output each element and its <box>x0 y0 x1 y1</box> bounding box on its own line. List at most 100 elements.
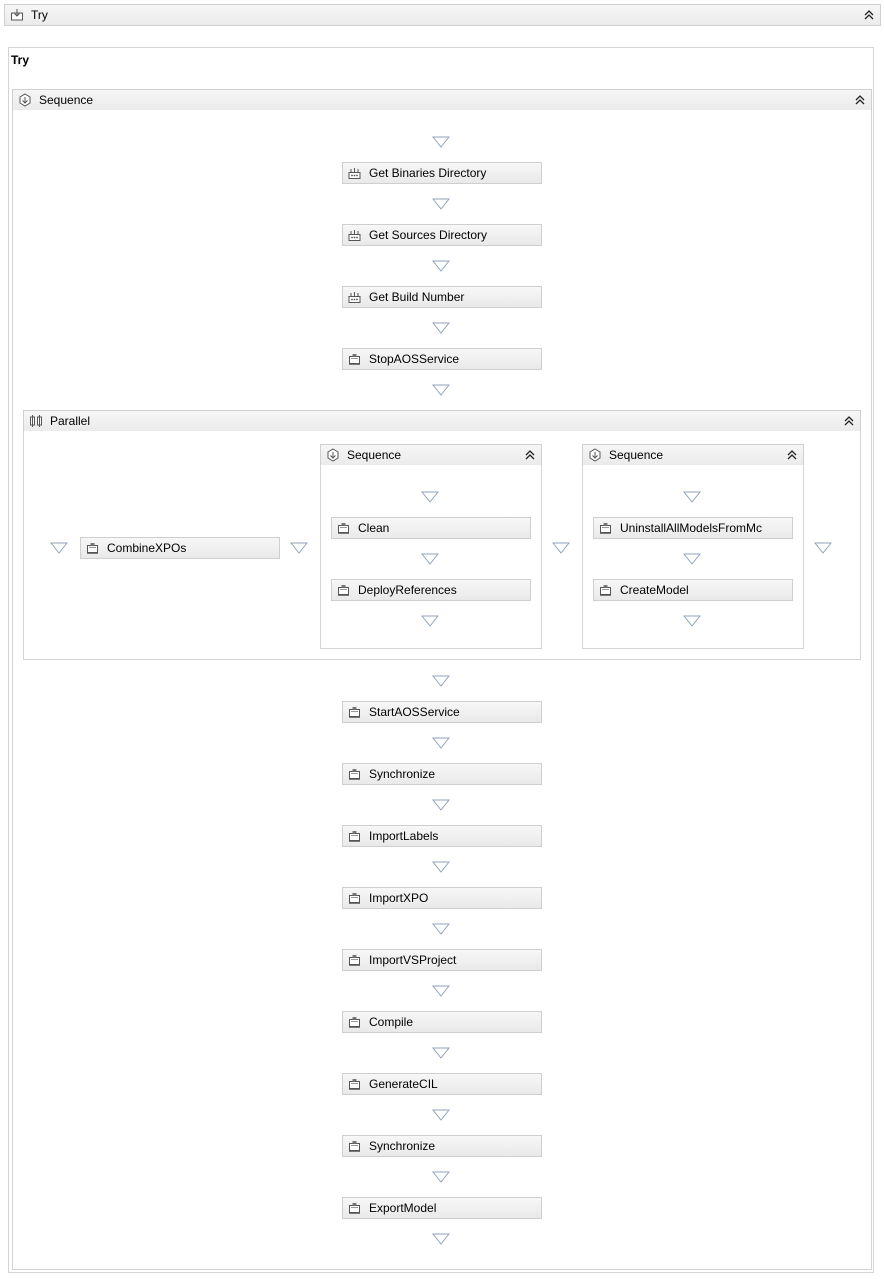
activity-label: CombineXPOs <box>107 541 187 555</box>
activity-create-model[interactable]: CreateModel <box>593 579 793 601</box>
drop-target[interactable] <box>432 1171 450 1183</box>
activity-label: ImportLabels <box>369 829 439 843</box>
try-icon <box>10 8 24 22</box>
activity-start-aos-service[interactable]: StartAOSService <box>342 701 542 723</box>
activity-label: GenerateCIL <box>369 1077 438 1091</box>
activity-get-binaries-directory[interactable]: Get Binaries Directory <box>342 162 542 184</box>
activity-label: Get Sources Directory <box>369 228 488 242</box>
activity-label: Synchronize <box>369 1139 436 1153</box>
activity-label: UninstallAllModelsFromMc <box>620 521 763 535</box>
activity-icon <box>348 892 361 905</box>
activity-icon <box>348 1016 361 1029</box>
activity-stop-aos-service[interactable]: StopAOSService <box>342 348 542 370</box>
sequence-branch3-title: Sequence <box>609 448 664 462</box>
sequence-main-title: Sequence <box>39 93 94 107</box>
try-header-title: Try <box>31 8 48 22</box>
activity-synchronize[interactable]: Synchronize <box>342 763 542 785</box>
drop-target[interactable] <box>50 542 68 554</box>
activity-clean[interactable]: Clean <box>331 517 531 539</box>
sequence-icon <box>326 448 340 462</box>
activity-label: DeployReferences <box>358 583 457 597</box>
parallel-icon <box>29 414 43 428</box>
drop-target[interactable] <box>683 553 701 565</box>
sequence-branch3-header[interactable]: Sequence <box>582 444 804 466</box>
activity-icon <box>599 522 612 535</box>
activity-icon <box>337 522 350 535</box>
activity-synchronize-2[interactable]: Synchronize <box>342 1135 542 1157</box>
drop-target[interactable] <box>432 136 450 148</box>
collapse-parallel-icon[interactable] <box>842 414 856 428</box>
sequence-icon <box>18 93 32 107</box>
drop-target[interactable] <box>290 542 308 554</box>
drop-target[interactable] <box>432 799 450 811</box>
try-header[interactable]: Try <box>4 4 881 26</box>
activity-label: Synchronize <box>369 767 436 781</box>
activity-compile[interactable]: Compile <box>342 1011 542 1033</box>
activity-icon <box>348 706 361 719</box>
activity-icon <box>348 353 361 366</box>
activity-deploy-references[interactable]: DeployReferences <box>331 579 531 601</box>
drop-target[interactable] <box>432 322 450 334</box>
assign-icon <box>348 167 361 180</box>
drop-target[interactable] <box>683 615 701 627</box>
activity-icon <box>348 954 361 967</box>
drop-target[interactable] <box>421 491 439 503</box>
assign-icon <box>348 291 361 304</box>
activity-import-labels[interactable]: ImportLabels <box>342 825 542 847</box>
activity-combine-xpos[interactable]: CombineXPOs <box>80 537 280 559</box>
sequence-branch2-title: Sequence <box>347 448 402 462</box>
drop-target[interactable] <box>432 1233 450 1245</box>
activity-label: Clean <box>358 521 390 535</box>
assign-icon <box>348 229 361 242</box>
activity-get-sources-directory[interactable]: Get Sources Directory <box>342 224 542 246</box>
activity-generate-cil[interactable]: GenerateCIL <box>342 1073 542 1095</box>
activity-icon <box>348 1140 361 1153</box>
drop-target[interactable] <box>432 260 450 272</box>
drop-target[interactable] <box>421 553 439 565</box>
collapse-sequence-icon[interactable] <box>853 93 867 107</box>
activity-icon <box>348 768 361 781</box>
collapse-sequence-icon[interactable] <box>523 448 537 462</box>
activity-label: StartAOSService <box>369 705 460 719</box>
parallel-title: Parallel <box>50 414 91 428</box>
drop-target[interactable] <box>432 985 450 997</box>
activity-label: Get Binaries Directory <box>369 166 487 180</box>
drop-target[interactable] <box>432 1047 450 1059</box>
activity-uninstall-all-models[interactable]: UninstallAllModelsFromMc <box>593 517 793 539</box>
activity-icon <box>348 830 361 843</box>
drop-target[interactable] <box>432 1109 450 1121</box>
collapse-try-icon[interactable] <box>862 8 876 22</box>
drop-target[interactable] <box>432 861 450 873</box>
activity-icon <box>337 584 350 597</box>
activity-label: Compile <box>369 1015 414 1029</box>
drop-target[interactable] <box>432 675 450 687</box>
activity-icon <box>86 542 99 555</box>
activity-label: ImportXPO <box>369 891 429 905</box>
drop-target[interactable] <box>432 198 450 210</box>
activity-icon <box>348 1202 361 1215</box>
drop-target[interactable] <box>432 737 450 749</box>
activity-import-xpo[interactable]: ImportXPO <box>342 887 542 909</box>
drop-target[interactable] <box>814 542 832 554</box>
sequence-main-header[interactable]: Sequence <box>12 89 872 111</box>
activity-import-vs-project[interactable]: ImportVSProject <box>342 949 542 971</box>
try-block-label: Try <box>11 53 30 67</box>
activity-label: Get Build Number <box>369 290 465 304</box>
activity-icon <box>599 584 612 597</box>
activity-icon <box>348 1078 361 1091</box>
activity-label: CreateModel <box>620 583 689 597</box>
parallel-header[interactable]: Parallel <box>23 410 861 432</box>
activity-label: ImportVSProject <box>369 953 457 967</box>
sequence-icon <box>588 448 602 462</box>
drop-target[interactable] <box>421 615 439 627</box>
drop-target[interactable] <box>432 384 450 396</box>
sequence-branch2-header[interactable]: Sequence <box>320 444 542 466</box>
drop-target[interactable] <box>552 542 570 554</box>
collapse-sequence-icon[interactable] <box>785 448 799 462</box>
activity-label: ExportModel <box>369 1201 437 1215</box>
activity-get-build-number[interactable]: Get Build Number <box>342 286 542 308</box>
drop-target[interactable] <box>683 491 701 503</box>
activity-export-model[interactable]: ExportModel <box>342 1197 542 1219</box>
drop-target[interactable] <box>432 923 450 935</box>
sequence-main-body <box>12 110 872 1270</box>
